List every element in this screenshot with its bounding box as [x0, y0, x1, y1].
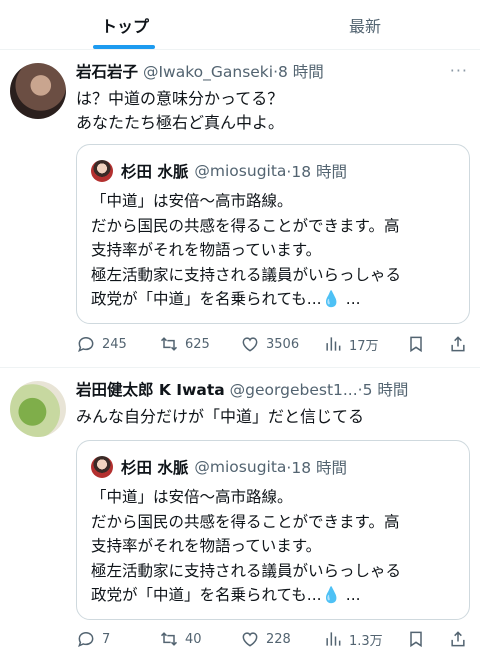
tweet[interactable]: 岩石岩子 @Iwako_Ganseki·8 時間 ··· は？中道の意味分かって…: [0, 51, 480, 368]
like-count: 3506: [266, 336, 300, 352]
reply-icon: [78, 631, 94, 648]
quoted-text-ellipsis: ...: [340, 290, 361, 308]
quoted-text-line: 極左活動家に支持される議員がいらっしゃる: [91, 561, 402, 580]
quoted-tweet[interactable]: 杉田 水脈 @miosugita ·18 時間 「中道」は安倍〜高市路線。 だから…: [76, 440, 470, 620]
timestamp[interactable]: ·5 時間: [358, 381, 409, 399]
timestamp[interactable]: ·8 時間: [273, 63, 324, 81]
tweet-actions: 245 625 3506 17万: [76, 331, 470, 357]
share-button[interactable]: [448, 626, 474, 652]
tweet-text: は？中道の意味分かってる？ あなたたち極右ど真ん中よ。: [76, 87, 466, 135]
quoted-text-line: だから国民の共感を得ることができます。高: [91, 512, 400, 531]
quoted-tweet[interactable]: 杉田 水脈 @miosugita ·18 時間 「中道」は安倍〜高市路線。 だから…: [76, 144, 470, 324]
tweet-header: 岩石岩子 @Iwako_Ganseki·8 時間: [76, 61, 464, 83]
reply-count: 7: [102, 631, 111, 647]
reply-count: 245: [102, 336, 127, 352]
quoted-display-name: 杉田 水脈: [121, 163, 189, 181]
retweet-button[interactable]: 625: [159, 331, 210, 357]
like-button[interactable]: 3506: [240, 331, 299, 357]
quoted-text-line: 極左活動家に支持される議員がいらっしゃる: [91, 265, 402, 284]
droplet-emoji: 💧: [321, 290, 341, 308]
tweet-text-line: あなたたち極右ど真ん中よ。: [76, 113, 285, 132]
views-count: 17万: [349, 338, 379, 354]
bookmark-button[interactable]: [406, 626, 432, 652]
reply-button[interactable]: 7: [76, 626, 110, 652]
views-button[interactable]: 17万: [323, 331, 379, 357]
like-button[interactable]: 228: [240, 626, 291, 652]
like-icon: [242, 632, 258, 647]
quoted-text-line: 「中道」は安倍〜高市路線。: [91, 488, 293, 506]
reply-icon: [78, 336, 94, 353]
reply-button[interactable]: 245: [76, 331, 127, 357]
quoted-timestamp: ·18 時間: [286, 163, 347, 181]
display-name[interactable]: 岩石岩子: [76, 63, 138, 81]
tab-latest[interactable]: 最新: [300, 0, 430, 50]
quoted-user-handle: @miosugita: [194, 458, 287, 476]
bookmark-icon: [410, 336, 422, 353]
quoted-avatar: [91, 456, 113, 478]
avatar[interactable]: [10, 381, 66, 437]
quoted-tweet-text: 「中道」は安倍〜高市路線。 だから国民の共感を得ることができます。高 支持率がそ…: [91, 485, 457, 608]
tweet-actions: 7 40 228 1.3万: [76, 626, 470, 652]
retweet-icon: [160, 337, 178, 351]
more-icon[interactable]: ···: [450, 61, 468, 80]
tweet-text-line: は？中道の意味分かってる？: [76, 89, 284, 108]
quoted-text-line: 政党が「中道」を名乗られても...💧 ...: [91, 583, 457, 608]
tab-top[interactable]: トップ: [60, 0, 190, 50]
quoted-text-tail: 政党が「中道」を名乗られても...: [91, 290, 322, 308]
views-icon: [326, 337, 341, 351]
like-count: 228: [266, 631, 291, 647]
quoted-tweet-text: 「中道」は安倍〜高市路線。 だから国民の共感を得ることができます。高 支持率がそ…: [91, 189, 457, 312]
retweet-count: 40: [185, 631, 202, 647]
display-name[interactable]: 岩田健太郎 K Iwata: [76, 381, 225, 399]
tweet-text: みんな自分だけが「中道」だと信じてる: [76, 405, 466, 429]
droplet-emoji: 💧: [321, 586, 341, 604]
views-icon: [326, 632, 341, 646]
quoted-tweet-header: 杉田 水脈 @miosugita ·18 時間: [91, 455, 347, 479]
quoted-user-handle: @miosugita: [194, 162, 287, 180]
quoted-display-name: 杉田 水脈: [121, 459, 189, 477]
timeline-tabs: トップ 最新: [0, 0, 480, 50]
share-icon: [451, 336, 465, 352]
share-icon: [451, 631, 465, 647]
quoted-text-line: 支持率がそれを物語っています。: [91, 537, 322, 555]
tweet-header: 岩田健太郎 K Iwata @georgebest1...·5 時間: [76, 379, 464, 401]
quoted-tweet-header: 杉田 水脈 @miosugita ·18 時間: [91, 159, 347, 183]
quoted-avatar: [91, 160, 113, 182]
retweet-button[interactable]: 40: [159, 626, 202, 652]
bookmark-icon: [410, 631, 422, 648]
share-button[interactable]: [448, 331, 474, 357]
like-icon: [242, 337, 258, 352]
active-tab-indicator: [93, 45, 155, 49]
views-button[interactable]: 1.3万: [323, 626, 383, 652]
user-handle[interactable]: @georgebest1...: [230, 381, 358, 399]
quoted-text-tail: 政党が「中道」を名乗られても...: [91, 586, 322, 604]
bookmark-button[interactable]: [406, 331, 432, 357]
views-count: 1.3万: [349, 633, 383, 649]
quoted-text-line: 「中道」は安倍〜高市路線。: [91, 192, 293, 210]
tweet[interactable]: 岩田健太郎 K Iwata @georgebest1...·5 時間 みんな自分…: [0, 369, 480, 665]
tweet-text-line: みんな自分だけが「中道」だと信じてる: [76, 407, 365, 426]
quoted-text-line: 政党が「中道」を名乗られても...💧 ...: [91, 287, 457, 312]
retweet-icon: [160, 632, 178, 646]
quoted-text-ellipsis: ...: [340, 586, 361, 604]
quoted-text-line: だから国民の共感を得ることができます。高: [91, 216, 400, 235]
avatar[interactable]: [10, 63, 66, 119]
quoted-timestamp: ·18 時間: [286, 459, 347, 477]
retweet-count: 625: [185, 336, 210, 352]
user-handle[interactable]: @Iwako_Ganseki: [143, 63, 273, 81]
quoted-text-line: 支持率がそれを物語っています。: [91, 241, 322, 259]
